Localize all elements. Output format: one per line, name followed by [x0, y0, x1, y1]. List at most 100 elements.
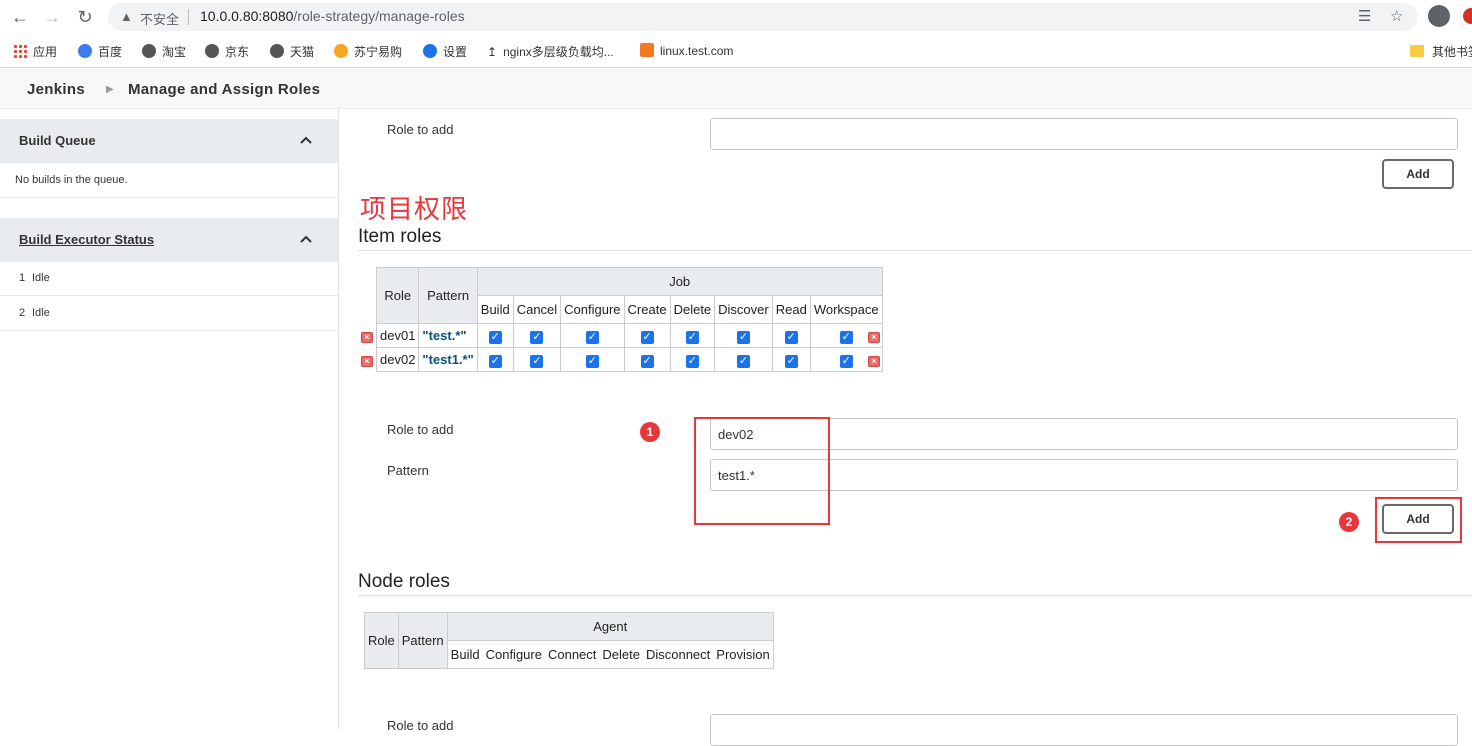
perm-header: Disconnect: [642, 640, 714, 669]
bookmark-label: 其他书签: [1432, 45, 1472, 59]
permission-checkbox[interactable]: ✓: [585, 330, 599, 344]
permission-checkbox[interactable]: ✓: [839, 330, 853, 344]
node-role-to-add-label: Role to add: [387, 718, 454, 733]
delete-role-icon[interactable]: ×: [361, 356, 373, 367]
perm-header: Configure: [482, 640, 545, 669]
annotation-number: 1: [640, 422, 660, 442]
role-pattern[interactable]: "test.*": [418, 323, 478, 348]
paw-icon: [78, 44, 92, 58]
bookmark-label: linux.test.com: [660, 44, 734, 58]
permission-checkbox[interactable]: ✓: [736, 354, 750, 368]
annotation-title: 项目权限: [360, 195, 469, 225]
address-divider: [188, 9, 189, 25]
permission-checkbox[interactable]: ✓: [784, 354, 798, 368]
bookmark-label: 苏宁易购: [354, 45, 403, 59]
role-header: Role: [364, 612, 399, 669]
url-text: 10.0.0.80:8080/role-strategy/manage-role…: [200, 8, 465, 24]
reload-icon[interactable]: ↻: [73, 5, 97, 29]
url-path: /role-strategy/manage-roles: [293, 8, 465, 24]
browser-toolbar: ← → ↻ ▲ 不安全 10.0.0.80:8080/role-strategy…: [0, 0, 1472, 34]
breadcrumb-jenkins[interactable]: Jenkins: [27, 81, 85, 98]
agent-group-header: Agent: [446, 612, 774, 641]
bookmark-other[interactable]: 其他书签: [1410, 43, 1472, 60]
permission-checkbox[interactable]: ✓: [685, 354, 699, 368]
job-group-header: Job: [476, 267, 883, 296]
pattern-header: Pattern: [397, 612, 448, 669]
build-queue-title: Build Queue: [19, 133, 96, 148]
perm-header: Discover: [714, 295, 773, 324]
pattern-label: Pattern: [387, 463, 429, 478]
notification-dot-icon[interactable]: [1463, 8, 1472, 24]
bookmark-nginx[interactable]: ↥ nginx多层级负载均...: [487, 43, 614, 60]
permission-checkbox[interactable]: ✓: [685, 330, 699, 344]
table-row: dev02 "test1.*" ✓ ✓ ✓ ✓ ✓ ✓ ✓ ✓: [375, 347, 883, 372]
permission-checkbox[interactable]: ✓: [640, 354, 654, 368]
delete-role-icon[interactable]: ×: [361, 332, 373, 343]
permission-checkbox[interactable]: ✓: [488, 354, 502, 368]
permission-checkbox[interactable]: ✓: [736, 330, 750, 344]
bookmark-tmall[interactable]: 天猫: [270, 43, 314, 60]
perm-header: Delete: [669, 295, 716, 324]
apps-grid-icon: [13, 44, 27, 58]
executor-number: 2: [19, 307, 26, 319]
global-add-button[interactable]: Add: [1382, 159, 1454, 189]
permission-checkbox[interactable]: ✓: [530, 330, 544, 344]
breadcrumb: Jenkins ▶ Manage and Assign Roles: [0, 69, 1472, 109]
folder-icon: [1410, 45, 1424, 57]
suning-icon: [334, 44, 348, 58]
table-row: dev01 "test.*" ✓ ✓ ✓ ✓ ✓ ✓ ✓ ✓: [375, 323, 883, 348]
chevron-up-icon[interactable]: [298, 132, 314, 148]
bookmark-suning[interactable]: 苏宁易购: [334, 43, 402, 60]
bookmark-taobao[interactable]: 淘宝: [142, 43, 186, 60]
permission-checkbox[interactable]: ✓: [585, 354, 599, 368]
back-icon[interactable]: ←: [8, 5, 32, 29]
globe-icon: [205, 44, 219, 58]
perm-header: Build: [446, 640, 483, 669]
item-roles-table: Role Pattern Job Build Cancel Configure …: [375, 267, 883, 372]
permission-checkbox[interactable]: ✓: [488, 330, 502, 344]
node-roles-divider: [358, 595, 1472, 596]
bookmark-linux[interactable]: linux.test.com: [640, 43, 733, 58]
executor-status-title[interactable]: Build Executor Status: [19, 232, 154, 247]
delete-role-icon[interactable]: ×: [868, 356, 880, 367]
bookmark-jd[interactable]: 京东: [205, 43, 249, 60]
chevron-up-icon[interactable]: [298, 231, 314, 247]
permission-checkbox[interactable]: ✓: [839, 354, 853, 368]
node-roles-table: Role Pattern Agent Build Configure Conne…: [364, 612, 774, 669]
globe-icon: [270, 44, 284, 58]
forward-icon[interactable]: →: [40, 5, 64, 29]
delete-role-icon[interactable]: ×: [868, 332, 880, 343]
perm-header: Provision: [713, 640, 774, 669]
bookmark-apps[interactable]: 应用: [13, 43, 57, 60]
address-bar[interactable]: ▲ 不安全 10.0.0.80:8080/role-strategy/manag…: [108, 3, 1418, 31]
perm-header: Read: [771, 295, 811, 324]
breadcrumb-manage-roles[interactable]: Manage and Assign Roles: [128, 81, 320, 98]
perm-header: Build: [476, 295, 514, 324]
node-role-input[interactable]: [710, 714, 1458, 746]
bookmark-label: 京东: [225, 45, 250, 59]
permission-checkbox[interactable]: ✓: [784, 330, 798, 344]
bookmark-star-icon[interactable]: ☆: [1390, 7, 1403, 25]
annotation-number: 2: [1339, 512, 1359, 532]
executor-row: 1 Idle: [0, 261, 338, 296]
warning-icon: ▲: [120, 9, 133, 24]
role-pattern[interactable]: "test1.*": [418, 347, 478, 372]
executor-row: 2 Idle: [0, 296, 338, 331]
bookmark-baidu[interactable]: 百度: [78, 43, 122, 60]
perm-header: Workspace: [809, 295, 883, 324]
translate-icon[interactable]: ☰: [1358, 7, 1371, 25]
perm-header: Create: [623, 295, 671, 324]
bookmark-label: 淘宝: [162, 45, 187, 59]
perm-header: Connect: [544, 640, 600, 669]
profile-avatar-icon[interactable]: [1428, 5, 1450, 27]
build-queue-header: Build Queue: [0, 119, 338, 163]
perm-header: Cancel: [512, 295, 562, 324]
permission-checkbox[interactable]: ✓: [640, 330, 654, 344]
role-name: dev01: [375, 323, 420, 348]
executor-status-header: Build Executor Status: [0, 218, 338, 262]
bookmark-settings[interactable]: 设置: [423, 43, 467, 60]
perm-header: Delete: [599, 640, 643, 669]
annotation-box-inputs: [694, 417, 830, 525]
permission-checkbox[interactable]: ✓: [530, 354, 544, 368]
global-role-input[interactable]: [710, 118, 1458, 150]
